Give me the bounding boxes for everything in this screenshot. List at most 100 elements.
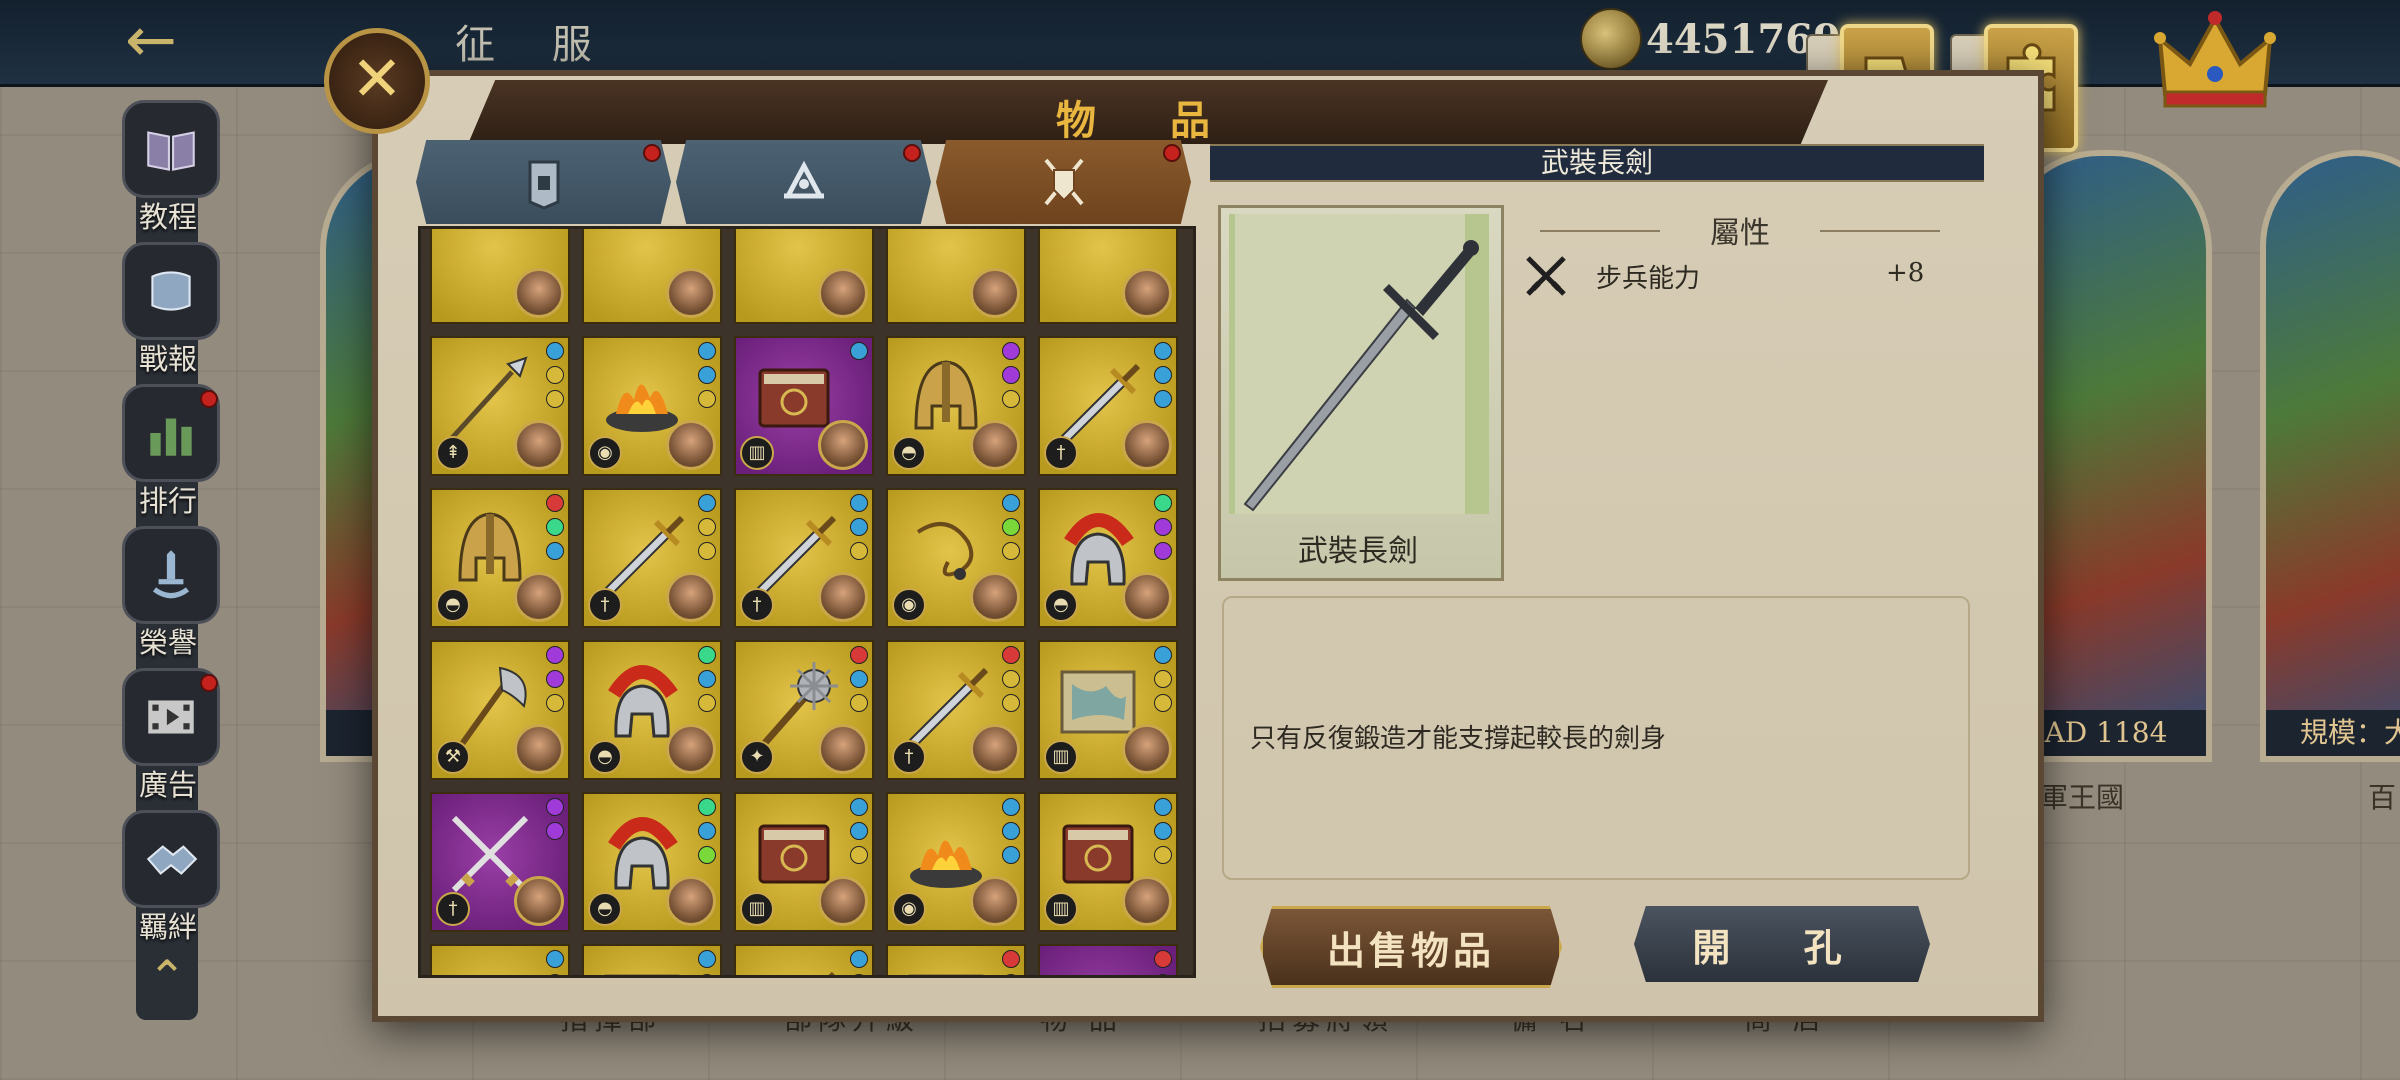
inventory-grid[interactable]: ⇞ ◉ ▥ ◓ † ◓ † † ◉ ◓ ⚒ ◓ ✦ † ▥ † ◓ ▥ ◉ ▥ ◉ ▥ † ▥ † [418,226,1196,978]
sidebar-item-label: 榮譽 [138,626,197,660]
gem-icon [850,670,868,688]
map-icon [594,958,690,975]
inventory-slot[interactable]: ◓ [1038,488,1178,628]
inventory-slot[interactable]: ◓ [430,488,570,628]
back-arrow-icon[interactable]: ← [96,8,206,72]
hero-portrait [970,876,1020,926]
inventory-slot[interactable]: ◉ [430,944,570,975]
shield-swords-icon [1043,158,1084,206]
attribute-name: 步兵能力 [1596,264,1701,294]
formation-icon [783,160,824,199]
inventory-slot[interactable]: ▥ [886,944,1026,975]
tab-armor[interactable] [416,140,671,224]
crown-icon[interactable] [2150,4,2280,114]
inventory-slot[interactable]: ▥ [582,944,722,975]
map-icon [898,958,994,975]
sell-item-button[interactable]: 出售物品 [1260,906,1562,988]
gem-icon [1002,974,1020,975]
mace-type-icon: ✦ [740,740,774,774]
sidebar-item-ads[interactable]: 廣告 [118,668,220,802]
inventory-slot-partial[interactable] [582,229,722,324]
inventory-slot[interactable]: ⇞ [430,336,570,476]
gem-icon [1154,846,1172,864]
inventory-slot[interactable]: ◉ [886,792,1026,932]
sidebar-item-ranking[interactable]: 排行 [118,384,220,518]
brazier-icon [442,958,538,975]
hero-portrait [818,420,868,470]
gem-icon [1002,390,1020,408]
gem-icon [850,974,868,975]
gem-icon [1154,342,1172,360]
axe-type-icon: ⚒ [436,740,470,774]
inventory-slot[interactable]: † [734,944,874,975]
window-label-right: 百 [2368,781,2397,814]
helmet-type-icon: ◓ [1044,588,1078,622]
gem-icon [850,342,868,360]
inventory-slot[interactable]: † [582,488,722,628]
sidebar-item-bond[interactable]: 羈絆 [118,810,220,944]
gem-slots [1002,950,1020,975]
item-description: 只有反復鍛造才能支撐起較長的劍身 [1250,724,1667,754]
inventory-slot[interactable]: ⚒ [430,640,570,780]
inventory-slot[interactable]: † [1038,336,1178,476]
inventory-slot-partial[interactable] [734,229,874,324]
gem-icon [698,798,716,816]
gem-icon [1002,518,1020,536]
gem-icon [1154,822,1172,840]
gem-slots [1002,798,1020,864]
notification-dot [200,674,218,692]
sidebar-item-tutorial[interactable]: 教程 [118,100,220,234]
armor-icon [528,160,559,210]
inventory-slot[interactable]: ▥ [1038,792,1178,932]
hero-portrait [970,572,1020,622]
hero-portrait [1122,572,1172,622]
inventory-slot[interactable]: ▥ [734,336,874,476]
inventory-slot[interactable]: ✦ [734,640,874,780]
inventory-slot[interactable]: † [886,640,1026,780]
gem-slots [698,646,716,712]
gem-icon [1154,974,1172,975]
inventory-slot[interactable]: ◓ [886,336,1026,476]
gem-icon [850,822,868,840]
open-slot-button[interactable]: 開 孔 [1634,906,1930,982]
inventory-slot[interactable]: ◉ [886,488,1026,628]
inventory-slot[interactable]: ▥ [734,792,874,932]
inventory-slot-partial[interactable] [430,229,570,324]
hero-portrait [818,724,868,774]
helmet-type-icon: ◓ [892,436,926,470]
item-preview-image [1229,214,1489,514]
inventory-slot[interactable]: † [734,488,874,628]
left-sidebar: 教程 戰報 排行 榮譽 廣告 羈絆 ⌃ [112,100,222,1020]
gold-coin-icon [1580,8,1642,70]
gem-icon [546,342,564,360]
gem-slots [546,646,564,712]
inventory-slot[interactable]: † [430,792,570,932]
gem-slots [850,646,868,712]
inventory-slot[interactable]: † [1038,944,1178,975]
sidebar-item-report[interactable]: 戰報 [118,242,220,376]
gem-icon [698,670,716,688]
gem-icon [546,798,564,816]
dialog-header: 物 品 [468,80,1828,144]
inventory-slot[interactable]: ◓ [582,792,722,932]
gem-icon [1154,542,1172,560]
detail-title: 武裝長劍 [1540,146,1653,179]
chevron-up-icon[interactable]: ⌃ [134,950,200,1010]
tab-formation[interactable] [676,140,931,224]
sidebar-item-honor[interactable]: 榮譽 [118,526,220,660]
gem-icon [698,694,716,712]
sidebar-item-label: 羈絆 [138,910,197,944]
gem-icon [698,542,716,560]
close-icon[interactable]: ✕ [324,28,430,134]
hero-portrait [666,572,716,622]
hero-portrait [970,268,1020,318]
inventory-slot[interactable]: ◉ [582,336,722,476]
sidebar-item-label: 教程 [138,200,197,234]
inventory-slot-partial[interactable] [886,229,1026,324]
inventory-slot[interactable]: ◓ [582,640,722,780]
tab-equipment[interactable] [936,140,1191,224]
inventory-slot[interactable]: ▥ [1038,640,1178,780]
handshake-icon [122,810,220,908]
inventory-slot-partial[interactable] [1038,229,1178,324]
book-icon [122,100,220,198]
